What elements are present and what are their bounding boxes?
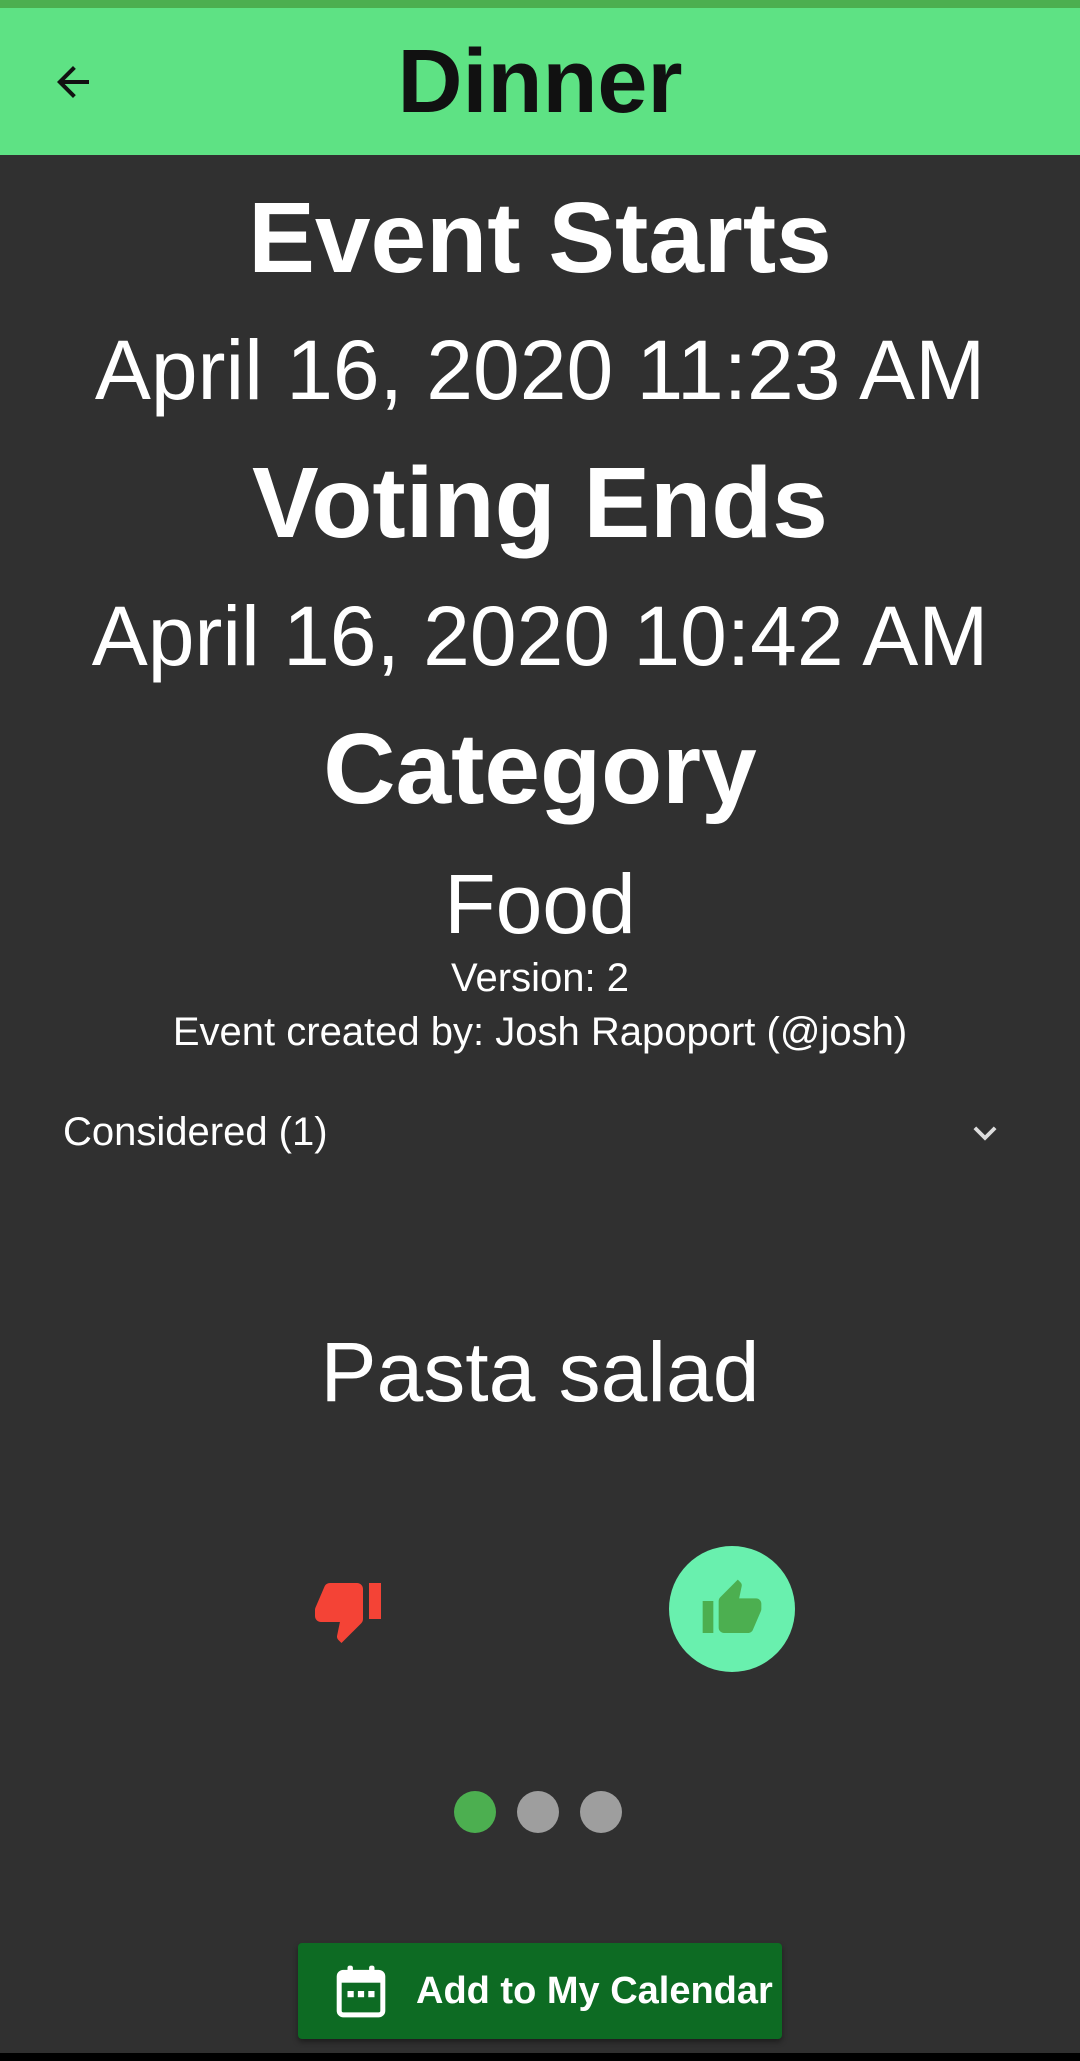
page-dot-3[interactable]	[580, 1791, 622, 1833]
current-item-name: Pasta salad	[320, 1325, 760, 1419]
page-title: Dinner	[397, 32, 683, 132]
thumb-up-icon	[702, 1579, 762, 1633]
vote-down-button[interactable]	[308, 1570, 388, 1650]
page-dot-2[interactable]	[517, 1791, 559, 1833]
event-starts-heading: Event Starts	[248, 182, 832, 294]
event-starts-value: April 16, 2020 11:23 AM	[94, 323, 986, 417]
page-dot-1[interactable]	[454, 1791, 496, 1833]
created-by-text: Event created by: Josh Rapoport (@josh)	[172, 1010, 908, 1054]
app-bar: Dinner	[0, 8, 1080, 155]
bottom-strip	[0, 2053, 1080, 2061]
vote-up-button[interactable]	[669, 1546, 795, 1672]
category-value: Food	[444, 857, 636, 951]
considered-expander[interactable]: Considered (1)	[0, 1100, 1080, 1166]
category-heading: Category	[323, 713, 757, 825]
version-text: Version: 2	[451, 956, 629, 1000]
calendar-icon	[336, 1965, 386, 2018]
add-to-calendar-button[interactable]: Add to My Calendar	[298, 1943, 782, 2039]
considered-label: Considered (1)	[63, 1110, 328, 1154]
voting-ends-value: April 16, 2020 10:42 AM	[91, 589, 989, 683]
add-to-calendar-label: Add to My Calendar	[416, 1969, 773, 2012]
voting-ends-heading: Voting Ends	[252, 447, 828, 559]
chevron-down-icon	[973, 1126, 997, 1141]
page-indicator	[454, 1791, 622, 1833]
status-strip	[0, 0, 1080, 8]
thumb-down-icon	[315, 1583, 381, 1643]
